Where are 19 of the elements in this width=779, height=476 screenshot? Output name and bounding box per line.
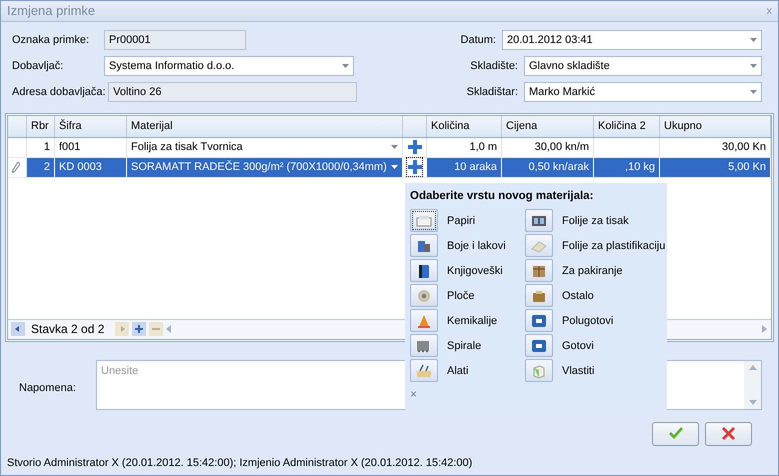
table-cell: KD 0003 [55,158,127,178]
record-counter: Stavka 2 od 2 [30,321,106,338]
field-label: Oznaka primke: [12,32,90,48]
popup-title: Odaberite vrstu novog materijala: [410,189,594,204]
readonly-field: Pr00001 [104,30,246,50]
readonly-field: Voltino 26 [108,82,357,102]
table-cell: 10 araka [427,158,502,178]
table-cell: 5,00 Kn [660,158,771,178]
status-text: Stvorio Administrator X (20.01.2012. 15:42:00); Izmjenio Administrator X (20.01.2012. 15:42:00) [6,456,474,470]
field-label: Skladište: [470,58,519,74]
field-label: Skladištar: [466,84,519,100]
field-label: Dobavljač: [12,58,64,74]
table-cell: 2 [27,158,55,178]
field-label: Datum: [460,32,497,48]
table-cell: 0,50 kn/arak [502,158,594,178]
field-label: Adresa dobavljača: [12,84,107,100]
field-label: Napomena: [19,380,77,396]
table-cell: ,10 kg [594,158,660,178]
window-title: Izmjena primke [7,2,96,20]
